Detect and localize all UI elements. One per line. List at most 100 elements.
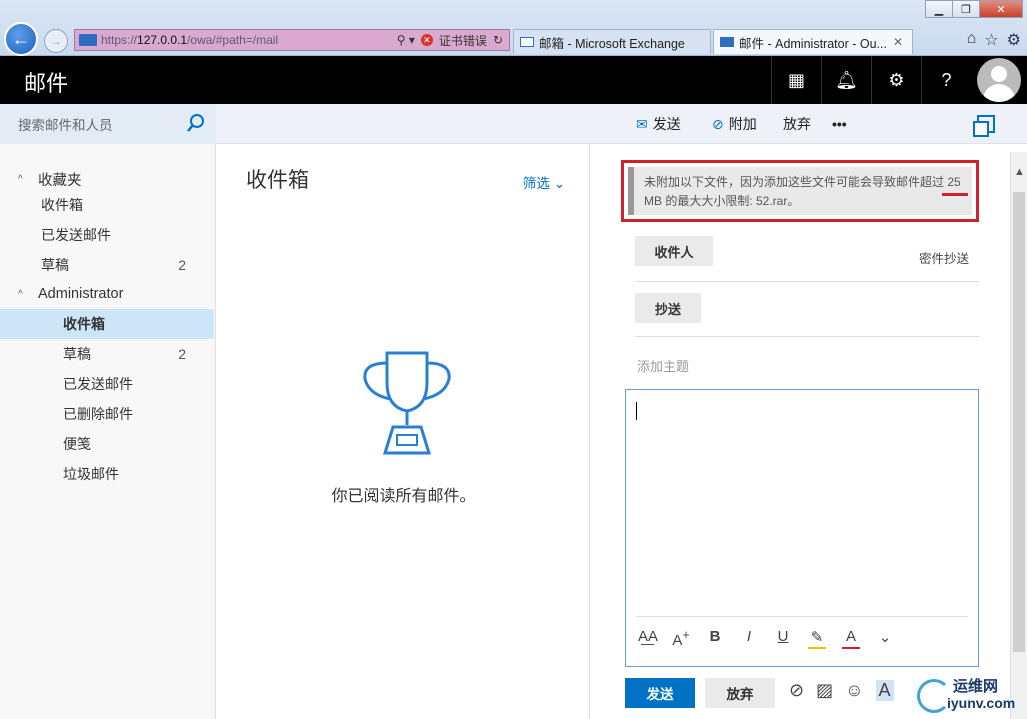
favorites-star-icon[interactable]: ☆ <box>984 30 998 50</box>
warning-text: 未附加以下文件，因为添加这些文件可能会导致邮件超过 25 MB 的最大大小限制:… <box>628 167 972 215</box>
mail-icon <box>720 37 734 47</box>
site-favicon-icon <box>79 34 97 46</box>
bcc-link[interactable]: 密件抄送 <box>919 248 969 267</box>
sidebar-item-notes[interactable]: 便笺 <box>0 429 214 459</box>
bold-icon[interactable]: B <box>706 628 724 649</box>
restore-button[interactable]: ❐ <box>952 0 980 18</box>
font-size-icon[interactable]: A͟A <box>638 628 658 649</box>
to-button[interactable]: 收件人 <box>635 236 713 266</box>
settings-button[interactable]: ⚙ <box>871 56 921 104</box>
cert-error-label[interactable]: 证书错误 <box>439 32 487 49</box>
folder-label: 收件箱 <box>63 316 105 332</box>
folder-pane: ^ 收藏夹 收件箱 已发送邮件 草稿 2 ^ Administrator 收件箱… <box>0 144 216 719</box>
home-icon[interactable]: ⌂ <box>967 30 977 50</box>
attach-command-button[interactable]: ⊘ 附加 <box>712 104 757 144</box>
unread-count: 2 <box>178 346 186 362</box>
sidebar-item-fav-inbox[interactable]: 收件箱 <box>0 190 214 220</box>
sidebar-item-sent[interactable]: 已发送邮件 <box>0 369 214 399</box>
close-tab-icon[interactable]: ✕ <box>893 35 903 49</box>
app-title: 邮件 <box>24 71 69 96</box>
popout-icon[interactable] <box>973 115 995 137</box>
divider <box>635 281 979 282</box>
send-command-button[interactable]: ✉ 发送 <box>636 104 681 144</box>
chevron-down-icon[interactable]: ⌄ <box>876 628 894 649</box>
grid-icon: ▦ <box>787 69 805 90</box>
sidebar-item-deleted[interactable]: 已删除邮件 <box>0 399 214 429</box>
scroll-thumb[interactable] <box>1013 192 1025 652</box>
send-button[interactable]: 发送 <box>625 678 695 708</box>
sidebar-item-fav-sent[interactable]: 已发送邮件 <box>0 220 214 250</box>
filter-button[interactable]: 筛选 ⌄ <box>523 172 565 192</box>
font-color-icon[interactable]: A <box>842 628 860 649</box>
grow-font-icon[interactable]: A+ <box>672 628 690 649</box>
search-input[interactable]: 搜索邮件和人员 <box>0 104 216 144</box>
to-label: 收件人 <box>654 244 694 260</box>
browser-chrome: ▁ ❐ ✕ ← → https:// 127.0.0.1 /owa/#path=… <box>0 0 1027 56</box>
app-root: ▁ ❐ ✕ ← → https:// 127.0.0.1 /owa/#path=… <box>0 0 1027 719</box>
discard-command-button[interactable]: 放弃 <box>783 104 811 144</box>
folder-label: 便笺 <box>63 436 91 452</box>
help-button[interactable]: ? <box>921 56 971 104</box>
sidebar-item-inbox[interactable]: 收件箱 <box>0 309 214 339</box>
watermark-line2: iyunv.com <box>947 695 1016 711</box>
attach-icon[interactable]: ⊘ <box>789 680 804 701</box>
text-caret <box>636 402 637 420</box>
folder-label: 收件箱 <box>41 197 83 213</box>
message-body-editor[interactable]: A͟A A+ B I U ✎ A ⌄ <box>625 389 979 667</box>
discard-button[interactable]: 放弃 <box>705 678 775 708</box>
address-bar[interactable]: https:// 127.0.0.1 /owa/#path=/mail ⚲ ▾ … <box>74 29 510 51</box>
tab-exchange[interactable]: 邮箱 - Microsoft Exchange <box>513 29 711 54</box>
forward-arrow-icon: → <box>50 34 62 48</box>
scroll-up-icon[interactable]: ▲ <box>1014 166 1025 178</box>
refresh-icon[interactable]: ↻ <box>493 33 503 47</box>
chevron-up-icon: ^ <box>18 173 23 185</box>
folder-label: 草稿 <box>63 346 91 362</box>
avatar[interactable] <box>974 58 1024 102</box>
paperclip-icon: ⊘ <box>712 115 724 132</box>
attach-command-label: 附加 <box>728 116 757 132</box>
sidebar-item-drafts[interactable]: 草稿 2 <box>0 339 214 369</box>
subject-input[interactable]: 添加主题 <box>637 356 689 375</box>
insert-picture-icon[interactable]: ▨ <box>816 680 833 701</box>
search-dropdown-icon[interactable]: ⚲ ▾ <box>397 33 415 47</box>
warning-underline <box>942 193 968 196</box>
account-header[interactable]: ^ Administrator <box>0 279 214 309</box>
back-arrow-icon: ← <box>12 28 30 49</box>
question-icon: ? <box>941 69 952 90</box>
gear-icon: ⚙ <box>888 69 905 90</box>
close-window-button[interactable]: ✕ <box>979 0 1023 18</box>
search-placeholder: 搜索邮件和人员 <box>18 118 113 133</box>
underline-icon[interactable]: U <box>774 628 792 649</box>
watermark-logo: 运维网 iyunv.com <box>917 675 1023 717</box>
forward-button[interactable]: → <box>44 29 68 53</box>
trophy-icon <box>363 351 451 455</box>
notifications-button[interactable]: 🔔︎ <box>821 56 871 104</box>
bell-icon: 🔔︎ <box>835 69 858 90</box>
folder-label: 已发送邮件 <box>41 227 111 243</box>
format-options-icon[interactable]: A <box>875 680 894 701</box>
more-commands-button[interactable]: ••• <box>832 104 847 144</box>
app-launcher-button[interactable]: ▦ <box>771 56 821 104</box>
more-label: ••• <box>832 116 847 132</box>
folder-label: 已删除邮件 <box>63 406 133 422</box>
search-icon[interactable] <box>186 113 206 133</box>
cert-error-icon: ✕ <box>420 34 433 46</box>
tab-label: 邮箱 - Microsoft Exchange <box>539 36 685 51</box>
vertical-scrollbar[interactable]: ▲ <box>1010 152 1027 719</box>
cc-button[interactable]: 抄送 <box>635 293 701 323</box>
emoji-icon[interactable]: ☺ <box>845 680 863 701</box>
highlight-icon[interactable]: ✎ <box>808 628 826 649</box>
address-tools: ⚲ ▾ ✕ 证书错误 ↻ <box>397 32 509 49</box>
favorites-label: 收藏夹 <box>38 172 82 189</box>
back-button[interactable]: ← <box>4 22 38 56</box>
minimize-button[interactable]: ▁ <box>925 0 953 18</box>
unread-count: 2 <box>178 257 186 273</box>
sidebar-item-fav-drafts[interactable]: 草稿 2 <box>0 250 214 280</box>
window-buttons: ▁ ❐ ✕ <box>925 0 1023 18</box>
tab-owa[interactable]: 邮件 - Administrator - Ou... ✕ <box>713 29 913 54</box>
italic-icon[interactable]: I <box>740 628 758 649</box>
settings-gear-icon[interactable]: ⚙ <box>1007 30 1021 50</box>
sidebar-item-junk[interactable]: 垃圾邮件 <box>0 459 214 489</box>
divider <box>635 336 979 337</box>
discard-command-label: 放弃 <box>783 116 811 132</box>
